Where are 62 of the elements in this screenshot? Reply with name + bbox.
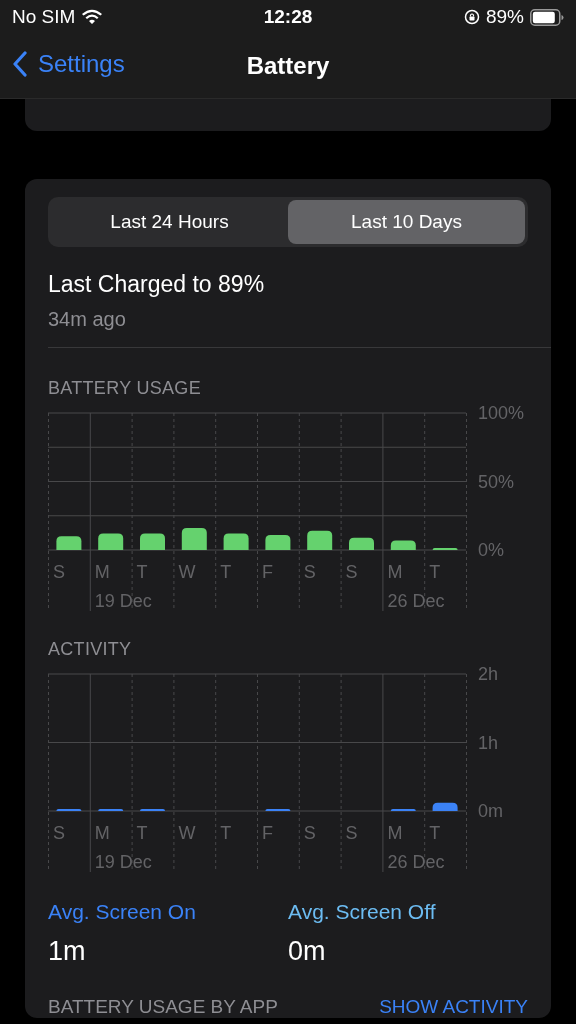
day-label: S	[345, 562, 358, 582]
bar	[56, 536, 82, 550]
bar	[56, 808, 82, 811]
bar	[390, 540, 416, 550]
range-tab[interactable]: Last 10 Days	[288, 200, 525, 244]
bar	[223, 533, 249, 550]
day-label: M	[94, 562, 110, 582]
day-label: T	[220, 823, 232, 843]
average-label: Avg. Screen Off	[288, 900, 437, 924]
day-label: W	[178, 823, 196, 843]
last-charged-time: 34m ago	[48, 308, 127, 331]
battery-percent-text: 89%	[485, 6, 524, 28]
show-activity-link[interactable]: SHOW ACTIVITY	[379, 997, 528, 1018]
clock-text: 12:28	[263, 6, 313, 28]
day-label: S	[303, 562, 316, 582]
bar	[181, 528, 207, 550]
average-label: Avg. Screen On	[48, 900, 197, 924]
date-label: 26 Dec	[387, 591, 445, 611]
average-value: 0m	[288, 936, 327, 967]
day-label: T	[136, 562, 148, 582]
day-label: F	[262, 823, 273, 843]
day-label: S	[303, 823, 316, 843]
wifi-icon	[81, 9, 104, 25]
range-tab[interactable]: Last 24 Hours	[51, 200, 288, 244]
axis-label: 0%	[478, 540, 504, 560]
page-title: Battery	[246, 52, 330, 80]
day-label: T	[429, 823, 441, 843]
day-label: M	[94, 823, 110, 843]
chevron-icon	[12, 51, 28, 77]
day-label: S	[53, 562, 65, 582]
day-label: W	[178, 562, 196, 582]
bar	[98, 533, 124, 550]
day-label: T	[429, 562, 441, 582]
date-label: 19 Dec	[94, 591, 152, 611]
axis-label: 50%	[478, 471, 515, 492]
bar	[432, 802, 458, 811]
day-label: T	[220, 562, 232, 582]
bar	[349, 537, 374, 550]
day-label: F	[262, 562, 273, 582]
last-charged-title: Last Charged to 89%	[48, 271, 266, 298]
date-label: 26 Dec	[387, 852, 445, 872]
axis-label: 100%	[478, 403, 525, 423]
day-label: M	[387, 562, 403, 582]
rotation-lock-icon	[463, 9, 480, 25]
average-value: 1m	[48, 936, 87, 967]
axis-label: 1h	[478, 732, 499, 753]
section-heading: BATTERY USAGE	[48, 378, 202, 399]
carrier-text: No SIM	[12, 6, 76, 28]
axis-label: 0m	[478, 801, 503, 821]
day-label: T	[136, 823, 148, 843]
day-label: S	[345, 823, 358, 843]
axis-label: 2h	[478, 664, 499, 684]
date-label: 19 Dec	[94, 852, 152, 872]
bar	[265, 534, 291, 550]
day-label: S	[53, 823, 65, 843]
section-heading: ACTIVITY	[48, 639, 133, 660]
bar	[140, 533, 165, 550]
battery-icon	[530, 8, 564, 26]
section-heading: BATTERY USAGE BY APP	[48, 997, 278, 1018]
day-label: M	[387, 823, 403, 843]
back-button[interactable]: Settings	[12, 50, 125, 78]
bar	[307, 530, 333, 550]
